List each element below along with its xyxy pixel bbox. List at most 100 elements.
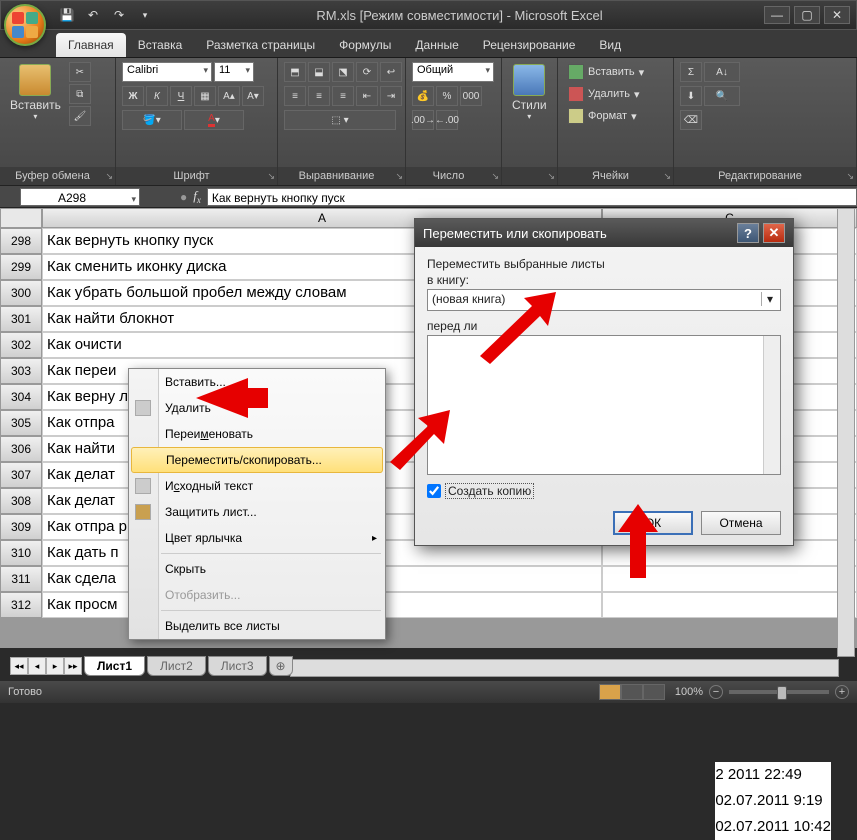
dialog-sheet-list[interactable]	[427, 335, 781, 475]
ctx-move-copy[interactable]: Переместить/скопировать...	[131, 447, 383, 473]
font-name-select[interactable]: Calibri	[122, 62, 212, 82]
row-header[interactable]: 300	[0, 280, 42, 306]
maximize-button[interactable]: ▢	[794, 6, 820, 24]
ctx-rename[interactable]: Переименовать	[129, 421, 385, 447]
paste-button[interactable]: Вставить ▾	[6, 62, 65, 123]
underline-button[interactable]: Ч	[170, 86, 192, 106]
ctx-hide[interactable]: Скрыть	[129, 556, 385, 582]
tab-review[interactable]: Рецензирование	[471, 33, 588, 57]
sort-filter-icon[interactable]: A↓	[704, 62, 740, 82]
row-header[interactable]: 302	[0, 332, 42, 358]
view-page-break-icon[interactable]	[643, 684, 665, 700]
decrease-font-icon[interactable]: A▾	[242, 86, 264, 106]
cell[interactable]	[602, 592, 857, 618]
decrease-decimal-icon[interactable]: ←.00	[436, 110, 458, 130]
dialog-ok-button[interactable]: ОК	[613, 511, 693, 535]
ctx-protect[interactable]: Защитить лист...	[129, 499, 385, 525]
ctx-insert[interactable]: Вставить...	[129, 369, 385, 395]
ctx-delete[interactable]: Удалить	[129, 395, 385, 421]
ctx-select-all-sheets[interactable]: Выделить все листы	[129, 613, 385, 639]
percent-icon[interactable]: %	[436, 86, 458, 106]
align-bottom-icon[interactable]: ⬔	[332, 62, 354, 82]
dialog-create-copy-label[interactable]: Создать копию	[445, 483, 534, 499]
wrap-text-icon[interactable]: ↩	[380, 62, 402, 82]
zoom-percent[interactable]: 100%	[675, 686, 703, 698]
format-painter-icon[interactable]: 🖌	[69, 106, 91, 126]
cell[interactable]	[602, 566, 857, 592]
cells-format-button[interactable]: Формат ▾	[564, 106, 641, 126]
view-normal-icon[interactable]	[599, 684, 621, 700]
decrease-indent-icon[interactable]: ⇤	[356, 86, 378, 106]
row-header[interactable]: 309	[0, 514, 42, 540]
align-left-icon[interactable]: ≡	[284, 86, 306, 106]
row-header[interactable]: 306	[0, 436, 42, 462]
tab-page-layout[interactable]: Разметка страницы	[194, 33, 327, 57]
zoom-out-button[interactable]: −	[709, 685, 723, 699]
office-button[interactable]	[4, 4, 46, 46]
save-icon[interactable]: 💾	[57, 5, 77, 25]
dialog-close-button[interactable]: ✕	[763, 223, 785, 243]
comma-icon[interactable]: 000	[460, 86, 482, 106]
redo-icon[interactable]: ↷	[109, 5, 129, 25]
horizontal-scrollbar[interactable]	[290, 659, 839, 677]
sheet-nav-last[interactable]: ▸▸	[64, 657, 82, 675]
find-icon[interactable]: 🔍	[704, 86, 740, 106]
zoom-in-button[interactable]: +	[835, 685, 849, 699]
row-header[interactable]: 298	[0, 228, 42, 254]
qat-customize-icon[interactable]: ▾	[135, 5, 155, 25]
row-header[interactable]: 303	[0, 358, 42, 384]
sheet-nav-next[interactable]: ▸	[46, 657, 64, 675]
sheet-nav-prev[interactable]: ◂	[28, 657, 46, 675]
tab-data[interactable]: Данные	[403, 33, 470, 57]
row-header[interactable]: 301	[0, 306, 42, 332]
tab-home[interactable]: Главная	[56, 33, 126, 57]
fill-color-button[interactable]: 🪣▾	[122, 110, 182, 130]
copy-icon[interactable]: ⧉	[69, 84, 91, 104]
increase-font-icon[interactable]: A▴	[218, 86, 240, 106]
bold-button[interactable]: Ж	[122, 86, 144, 106]
row-header[interactable]: 299	[0, 254, 42, 280]
sheet-tab-2[interactable]: Лист2	[147, 656, 206, 676]
row-header[interactable]: 305	[0, 410, 42, 436]
tab-insert[interactable]: Вставка	[126, 33, 195, 57]
select-all-corner[interactable]	[0, 208, 42, 228]
sheet-tab-new[interactable]: ⊕	[269, 656, 293, 676]
cells-delete-button[interactable]: Удалить ▾	[564, 84, 644, 104]
vertical-scrollbar[interactable]	[837, 208, 855, 657]
font-size-select[interactable]: 11	[214, 62, 254, 82]
formula-input[interactable]: Как вернуть кнопку пуск	[207, 188, 857, 206]
row-header[interactable]: 311	[0, 566, 42, 592]
zoom-slider[interactable]	[729, 690, 829, 694]
timestamp-cell[interactable]: 02.07.2011 9:19	[715, 788, 831, 814]
row-header[interactable]: 307	[0, 462, 42, 488]
sheet-nav-first[interactable]: ◂◂	[10, 657, 28, 675]
cells-insert-button[interactable]: Вставить ▾	[564, 62, 648, 82]
cut-icon[interactable]: ✂	[69, 62, 91, 82]
align-right-icon[interactable]: ≡	[332, 86, 354, 106]
dialog-help-button[interactable]: ?	[737, 223, 759, 243]
tab-view[interactable]: Вид	[587, 33, 633, 57]
increase-decimal-icon[interactable]: .00→	[412, 110, 434, 130]
row-header[interactable]: 310	[0, 540, 42, 566]
autosum-icon[interactable]: Σ	[680, 62, 702, 82]
orientation-icon[interactable]: ⟳	[356, 62, 378, 82]
minimize-button[interactable]: —	[764, 6, 790, 24]
dialog-book-select[interactable]: (новая книга)	[427, 289, 781, 311]
row-header[interactable]: 304	[0, 384, 42, 410]
dialog-create-copy-checkbox[interactable]	[427, 484, 441, 498]
align-top-icon[interactable]: ⬒	[284, 62, 306, 82]
fx-icon[interactable]: f	[193, 188, 201, 206]
border-button[interactable]: ▦	[194, 86, 216, 106]
undo-icon[interactable]: ↶	[83, 5, 103, 25]
timestamp-cell[interactable]: 02.07.2011 10:42	[715, 814, 831, 840]
number-format-select[interactable]: Общий	[412, 62, 494, 82]
merge-cells-button[interactable]: ⬚ ▾	[284, 110, 396, 130]
font-color-button[interactable]: A▾	[184, 110, 244, 130]
tab-formulas[interactable]: Формулы	[327, 33, 403, 57]
currency-icon[interactable]: 💰	[412, 86, 434, 106]
row-header[interactable]: 308	[0, 488, 42, 514]
sheet-tab-1[interactable]: Лист1	[84, 656, 145, 676]
close-button[interactable]: ✕	[824, 6, 850, 24]
styles-button[interactable]: Стили ▾	[508, 62, 551, 123]
dialog-cancel-button[interactable]: Отмена	[701, 511, 781, 535]
